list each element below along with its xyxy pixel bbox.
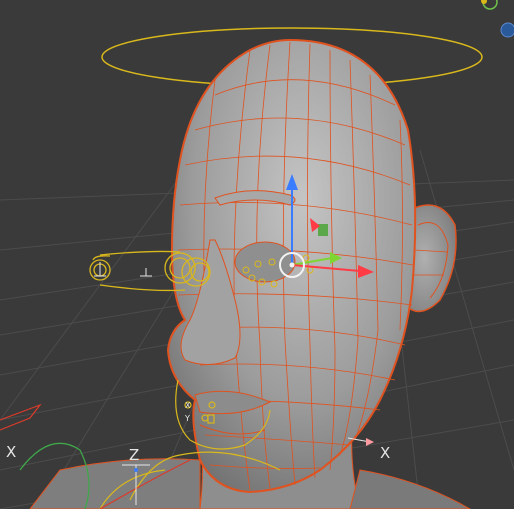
bone-x-label: X <box>185 401 191 410</box>
bone-y-label: Y <box>184 414 190 423</box>
axis-x-left-label: X <box>6 443 16 461</box>
blue-circle-icon[interactable] <box>500 22 514 38</box>
axis-x-right-label: X <box>380 444 390 462</box>
axis-z-label: Z <box>129 446 139 464</box>
3d-viewport[interactable]: X Y X Z X <box>0 0 514 509</box>
